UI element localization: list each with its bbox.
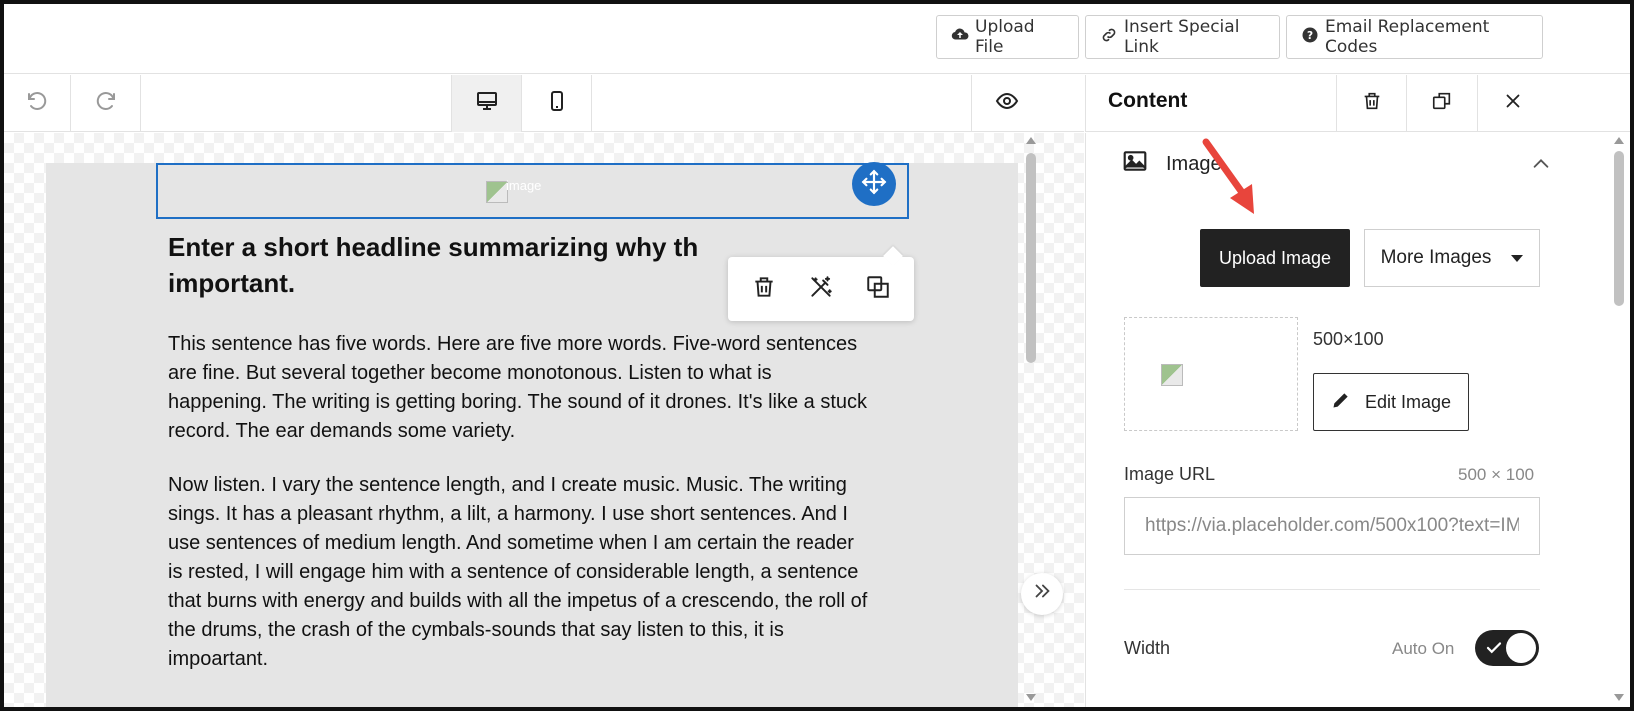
- canvas-scroll-thumb[interactable]: [1026, 153, 1036, 363]
- annotation-arrow-icon: [1202, 138, 1254, 214]
- eye-icon: [995, 89, 1019, 118]
- move-block-button[interactable]: [852, 162, 896, 206]
- move-arrows-icon: [861, 169, 887, 200]
- headline-line-2: important.: [168, 268, 296, 298]
- insert-special-link-label: Insert Special Link: [1124, 17, 1240, 57]
- double-chevron-right-icon: [1031, 580, 1053, 608]
- redo-icon: [94, 89, 118, 118]
- block-action-toolbar: [728, 257, 914, 321]
- undo-icon: [25, 89, 49, 118]
- svg-text:?: ?: [1307, 29, 1313, 41]
- pencil-icon: [1331, 390, 1351, 415]
- email-body: image Enter a short headline summarizing…: [46, 163, 1018, 707]
- scroll-up-arrow-icon[interactable]: [1026, 137, 1036, 144]
- canvas-scrollbar[interactable]: [1024, 133, 1038, 707]
- trash-icon: [1361, 90, 1383, 117]
- email-replacement-codes-button[interactable]: ? Email Replacement Codes: [1286, 15, 1543, 59]
- question-circle-icon: ?: [1301, 26, 1319, 49]
- desktop-view-button[interactable]: [451, 75, 522, 132]
- content-panel: Image Upload Image More Images 500×100 E…: [1085, 133, 1630, 707]
- preview-button[interactable]: [971, 75, 1041, 132]
- image-thumbnail[interactable]: [1124, 317, 1298, 431]
- image-dimensions: 500×100: [1313, 329, 1384, 349]
- scroll-up-arrow-icon[interactable]: [1614, 137, 1624, 144]
- close-panel-button[interactable]: [1477, 75, 1547, 132]
- edit-image-label: Edit Image: [1364, 391, 1452, 412]
- email-replacement-codes-label: Email Replacement Codes: [1325, 17, 1490, 57]
- upload-image-button[interactable]: Upload Image: [1200, 229, 1350, 287]
- width-label: Width: [1124, 638, 1171, 658]
- more-images-label: More Images: [1380, 247, 1492, 268]
- cloud-upload-icon: [951, 26, 969, 49]
- broken-image-icon: [1161, 364, 1183, 386]
- headline-line-1: Enter a short headline summarizing why t…: [168, 232, 699, 262]
- more-images-dropdown[interactable]: More Images: [1364, 229, 1540, 287]
- delete-block-icon[interactable]: [751, 274, 777, 305]
- delete-content-button[interactable]: [1336, 75, 1406, 132]
- panel-scrollbar[interactable]: [1612, 133, 1626, 707]
- image-alt-text: image: [506, 177, 542, 193]
- edit-image-button[interactable]: Edit Image: [1313, 373, 1469, 431]
- toggle-knob: [1506, 633, 1536, 663]
- width-auto-label: Auto On: [1392, 639, 1455, 658]
- section-divider: [1124, 589, 1540, 590]
- panel-header: Content: [1085, 75, 1630, 132]
- scroll-down-arrow-icon[interactable]: [1026, 694, 1036, 701]
- expand-panel-button[interactable]: [1021, 573, 1063, 615]
- email-canvas: image Enter a short headline summarizing…: [4, 133, 1084, 707]
- mobile-view-button[interactable]: [522, 75, 592, 132]
- close-icon: [1502, 90, 1524, 117]
- image-url-label: Image URL: [1124, 464, 1216, 484]
- chevron-up-icon[interactable]: [1530, 153, 1552, 180]
- insert-special-link-button[interactable]: Insert Special Link: [1085, 15, 1280, 59]
- scroll-down-arrow-icon[interactable]: [1614, 694, 1624, 701]
- image-section-header[interactable]: Image: [1122, 147, 1562, 181]
- paragraph-1[interactable]: This sentence has five words. Here are f…: [168, 330, 868, 446]
- link-icon: [1100, 26, 1118, 49]
- upload-file-label: Upload File: [975, 17, 1035, 57]
- desktop-icon: [475, 89, 499, 118]
- image-url-hint: 500 × 100: [1458, 465, 1535, 484]
- copy-icon: [1431, 90, 1453, 117]
- image-icon: [1122, 148, 1148, 180]
- editor-toolbar: [4, 75, 1084, 132]
- broken-image: image: [486, 177, 542, 203]
- broken-image-icon: [486, 181, 508, 203]
- panel-title: Content: [1108, 89, 1188, 112]
- paragraph-2[interactable]: Now listen. I vary the sentence length, …: [168, 471, 868, 674]
- top-bar: Upload File Insert Special Link ? Email …: [4, 4, 1630, 74]
- duplicate-block-icon[interactable]: [865, 274, 891, 305]
- image-url-input[interactable]: [1124, 497, 1540, 555]
- redo-button[interactable]: [71, 75, 141, 132]
- image-block-selected[interactable]: image: [156, 163, 909, 219]
- width-auto-toggle[interactable]: [1475, 630, 1539, 666]
- upload-file-button[interactable]: Upload File: [936, 15, 1079, 59]
- mobile-icon: [545, 89, 569, 118]
- panel-scroll-thumb[interactable]: [1614, 151, 1624, 306]
- check-icon: [1485, 639, 1503, 662]
- magic-wand-icon[interactable]: [808, 274, 834, 305]
- duplicate-content-button[interactable]: [1406, 75, 1476, 132]
- caret-down-icon: [1511, 247, 1524, 269]
- undo-button[interactable]: [4, 75, 71, 132]
